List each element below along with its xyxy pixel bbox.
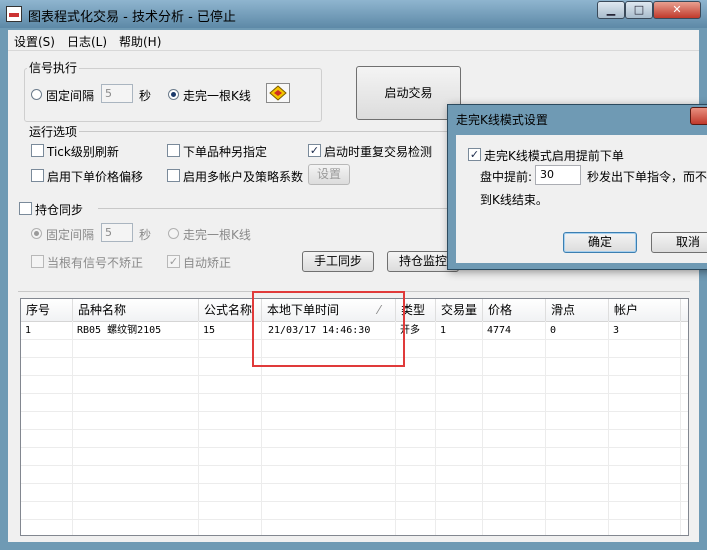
cell-slippage: 0 bbox=[550, 325, 557, 336]
restart-dup-check-label: 启动时重复交易检测 bbox=[324, 145, 433, 159]
menu-help[interactable]: 帮助(H) bbox=[119, 33, 161, 50]
window-title: 图表程式化交易 - 技术分析 - 已停止 bbox=[28, 10, 236, 25]
multi-account-settings-button[interactable]: 设置 bbox=[308, 164, 350, 185]
cell-price: 4774 bbox=[487, 325, 512, 336]
no-correct-label: 当根有信号不矫正 bbox=[47, 256, 144, 270]
sync-seconds-label: 秒 bbox=[139, 228, 152, 242]
price-offset-label: 启用下单价格偏移 bbox=[47, 170, 144, 184]
main-window: 图表程式化交易 - 技术分析 - 已停止 ▁ □ ✕ 设置(S) 日志(L) 帮… bbox=[0, 0, 707, 550]
order-other-symbol-label: 下单品种另指定 bbox=[183, 145, 268, 159]
advance-prefix-label: 盘中提前: bbox=[480, 170, 533, 184]
enable-advance-checkbox[interactable]: ✓ bbox=[468, 148, 481, 161]
cell-formula: 15 bbox=[203, 325, 216, 336]
dialog-body: ✓ 走完K线模式启用提前下单 盘中提前: 30 秒发出下单指令，而不 到K线结束… bbox=[456, 135, 707, 263]
title-bar[interactable]: 图表程式化交易 - 技术分析 - 已停止 ▁ □ ✕ bbox=[0, 0, 707, 28]
auto-correct-checkbox[interactable]: ✓ bbox=[167, 255, 180, 268]
dialog-cancel-button[interactable]: 取消 bbox=[651, 232, 707, 253]
sync-bar-complete-label: 走完一根K线 bbox=[183, 228, 251, 242]
col-symbol[interactable]: 品种名称 bbox=[73, 299, 199, 321]
bar-settings-button[interactable] bbox=[266, 83, 290, 103]
manual-sync-button[interactable]: 手工同步 bbox=[302, 251, 374, 272]
col-slippage[interactable]: 滑点 bbox=[546, 299, 609, 321]
multi-account-checkbox[interactable] bbox=[167, 169, 180, 182]
signal-bar-complete-radio[interactable] bbox=[168, 89, 179, 100]
tick-refresh-checkbox[interactable] bbox=[31, 144, 44, 157]
close-button[interactable]: ✕ bbox=[653, 1, 701, 19]
sync-interval-input[interactable]: 5 bbox=[101, 223, 133, 242]
signal-bar-complete-label: 走完一根K线 bbox=[183, 89, 251, 103]
signal-fixed-interval-radio[interactable] bbox=[31, 89, 42, 100]
highlight-box bbox=[252, 291, 405, 367]
run-options-label: 运行选项 bbox=[27, 123, 80, 140]
dialog-title: 走完K线模式设置 bbox=[456, 113, 548, 127]
multi-account-label: 启用多帐户及策略系数 bbox=[183, 170, 304, 184]
dialog-ok-button[interactable]: 确定 bbox=[563, 232, 637, 253]
cell-symbol: RB05 螺纹钢2105 bbox=[77, 325, 162, 336]
run-options-separator bbox=[74, 131, 454, 132]
auto-correct-label: 自动矫正 bbox=[183, 256, 232, 270]
maximize-button[interactable]: □ bbox=[625, 1, 653, 19]
minimize-button[interactable]: ▁ bbox=[597, 1, 625, 19]
cell-account: 3 bbox=[613, 325, 620, 336]
price-offset-checkbox[interactable] bbox=[31, 169, 44, 182]
bar-mode-dialog: 走完K线模式设置 ✓ 走完K线模式启用提前下单 盘中提前: 30 秒发出下单指令… bbox=[447, 104, 707, 270]
signal-seconds-label: 秒 bbox=[139, 89, 152, 103]
cell-index: 1 bbox=[25, 325, 32, 336]
advance-line2-label: 到K线结束。 bbox=[480, 193, 548, 207]
signal-fixed-interval-label: 固定间隔 bbox=[46, 89, 95, 103]
sync-bar-complete-radio[interactable] bbox=[168, 228, 179, 239]
advance-seconds-input[interactable]: 30 bbox=[535, 165, 581, 185]
col-price[interactable]: 价格 bbox=[483, 299, 546, 321]
app-icon bbox=[6, 6, 22, 22]
start-trading-button[interactable]: 启动交易 bbox=[356, 66, 461, 120]
menu-bar: 设置(S) 日志(L) 帮助(H) bbox=[8, 30, 699, 51]
tick-refresh-label: Tick级别刷新 bbox=[47, 145, 119, 159]
menu-log[interactable]: 日志(L) bbox=[67, 33, 107, 50]
cell-volume: 1 bbox=[440, 325, 447, 336]
restart-dup-check-checkbox[interactable]: ✓ bbox=[308, 144, 321, 157]
col-volume[interactable]: 交易量 bbox=[436, 299, 483, 321]
sync-fixed-interval-radio[interactable] bbox=[31, 228, 42, 239]
warning-diamond-icon bbox=[269, 85, 287, 101]
position-sync-checkbox[interactable] bbox=[19, 202, 32, 215]
col-account[interactable]: 帐户 bbox=[609, 299, 681, 321]
signal-group-label: 信号执行 bbox=[27, 59, 80, 76]
enable-advance-label: 走完K线模式启用提前下单 bbox=[484, 149, 624, 163]
col-index[interactable]: 序号 bbox=[21, 299, 73, 321]
signal-interval-input[interactable]: 5 bbox=[101, 84, 133, 103]
order-other-symbol-checkbox[interactable] bbox=[167, 144, 180, 157]
advance-suffix-label: 秒发出下单指令，而不 bbox=[587, 170, 707, 184]
menu-settings[interactable]: 设置(S) bbox=[14, 33, 55, 50]
position-sync-label: 持仓同步 bbox=[35, 203, 84, 217]
no-correct-checkbox[interactable] bbox=[31, 255, 44, 268]
position-sync-separator bbox=[98, 208, 454, 209]
dialog-close-button[interactable] bbox=[690, 107, 707, 125]
sync-fixed-interval-label: 固定间隔 bbox=[46, 228, 95, 242]
